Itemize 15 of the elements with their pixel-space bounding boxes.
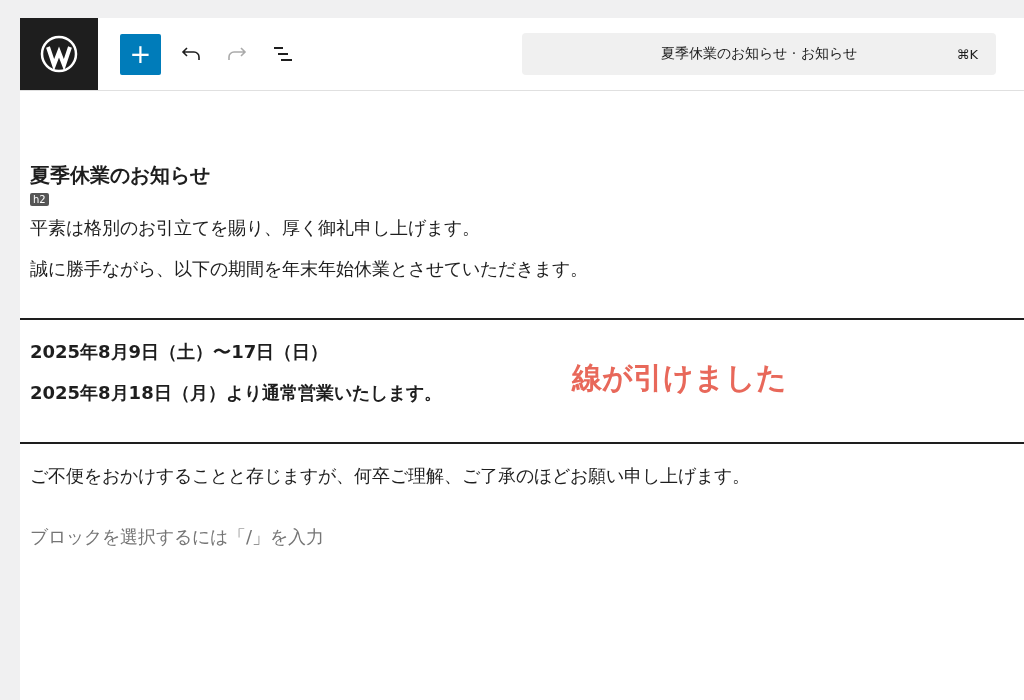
paragraph: 誠に勝手ながら、以下の期間を年末年始休業とさせていただきます。: [30, 258, 588, 279]
document-title: 夏季休業のお知らせ · お知らせ: [661, 45, 857, 63]
block-placeholder[interactable]: ブロックを選択するには「/」を入力: [30, 526, 325, 547]
heading-level-tag: h2: [30, 193, 49, 206]
heading: 夏季休業のお知らせ: [30, 162, 211, 188]
annotation-text: 線が引けました: [572, 359, 787, 397]
add-block-button[interactable]: +: [120, 33, 161, 75]
shortcut-hint: ⌘K: [956, 46, 978, 62]
command-bar[interactable]: 夏季休業のお知らせ · お知らせ ⌘K: [522, 33, 996, 75]
paragraph: ご不便をおかけすることと存じますが、何卒ご理解、ご了承のほどお願い申し上げます。: [30, 465, 750, 486]
paragraph: 2025年8月18日（月）より通常営業いたします。: [30, 382, 442, 403]
logo-icon: [39, 34, 79, 74]
paragraph: 2025年8月9日（土）〜17日（日）: [30, 341, 329, 362]
wordpress-logo[interactable]: [20, 18, 98, 90]
paragraph: 平素は格別のお引立てを賜り、厚く御礼申し上げます。: [30, 217, 480, 238]
